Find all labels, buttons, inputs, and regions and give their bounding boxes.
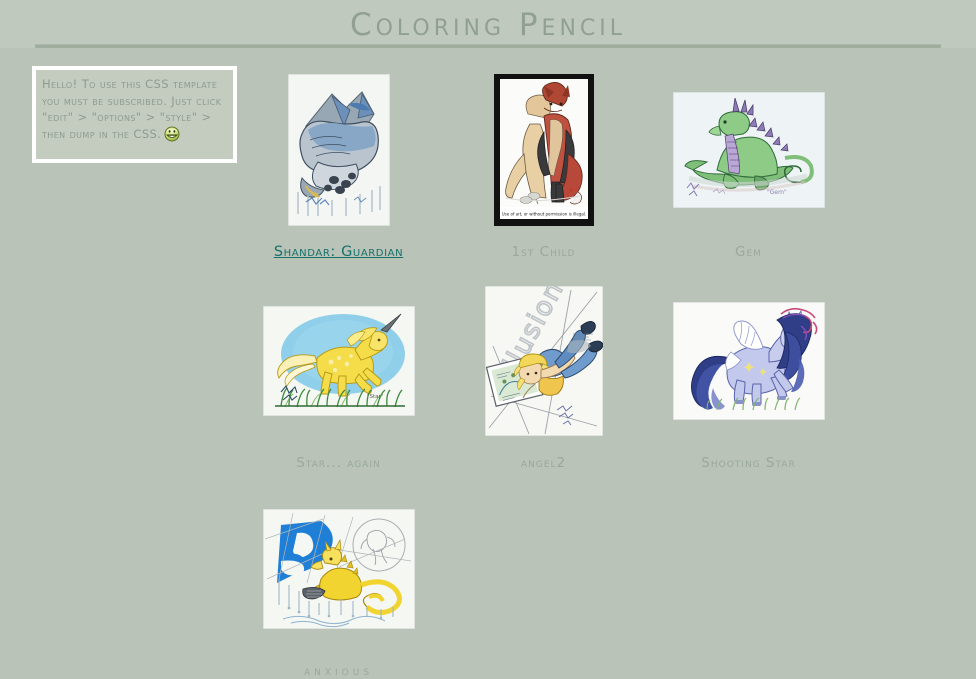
green-dragon-resting-image[interactable]: "Gem" — [672, 92, 825, 208]
notice-text: Hello! To use this CSS template you must… — [42, 76, 227, 142]
gallery-caption: angel2 — [520, 455, 567, 471]
header-divider — [35, 44, 941, 48]
falling-blonde-character-image[interactable]: illusion — [484, 286, 603, 436]
page-title: Coloring Pencil — [349, 7, 627, 43]
anthro-fox-couple-image[interactable]: Use of art, or without permission is ill… — [493, 74, 594, 226]
artwork-gallery: Shandar: Guardian Use of art, or without… — [236, 74, 976, 679]
gallery-caption: Shooting Star — [701, 455, 796, 471]
gallery-caption-link[interactable]: Shandar: Guardian — [274, 244, 403, 260]
gallery-row: anxious — [236, 493, 976, 679]
yellow-unicorn-grass-image[interactable]: "Star" — [262, 306, 415, 416]
smiley-emoticon — [164, 126, 180, 142]
gallery-item-shooting-star[interactable]: Shooting Star — [646, 285, 851, 471]
grid-spacer — [441, 493, 543, 679]
blue-dragon-guardian-image[interactable] — [287, 74, 390, 226]
thumbnail-wrapper[interactable] — [262, 493, 415, 645]
svg-text:Use of art, or without permiss: Use of art, or without permission is ill… — [501, 212, 586, 217]
gallery-caption: 1st Child — [511, 244, 576, 260]
gallery-item-angel2[interactable]: illusion angel2 — [441, 285, 646, 471]
gallery-row: "Star" Star... again illusion angel2 Sho… — [236, 285, 976, 471]
svg-text:"Star": "Star" — [367, 394, 383, 400]
svg-text:"Gem": "Gem" — [767, 189, 787, 196]
site-header: Coloring Pencil — [0, 0, 976, 48]
thumbnail-wrapper[interactable] — [672, 285, 825, 437]
gallery-caption: Star... again — [296, 455, 381, 471]
gallery-caption: Gem — [735, 244, 762, 260]
gallery-caption: anxious — [303, 663, 374, 679]
blue-pegasus-pony-image[interactable] — [672, 302, 825, 420]
thumbnail-wrapper[interactable]: Use of art, or without permission is ill… — [493, 74, 594, 226]
yellow-dragon-blue-shapes-image[interactable] — [262, 509, 415, 629]
gallery-item-gem[interactable]: "Gem" Gem — [646, 74, 851, 260]
gallery-item-anxious[interactable]: anxious — [236, 493, 441, 679]
gallery-cell-empty — [748, 493, 953, 679]
gallery-item-1st-child[interactable]: Use of art, or without permission is ill… — [441, 74, 646, 260]
gallery-item-shandar-guardian[interactable]: Shandar: Guardian — [236, 74, 441, 260]
thumbnail-wrapper[interactable]: illusion — [484, 285, 603, 437]
thumbnail-wrapper[interactable] — [287, 74, 390, 226]
gallery-cell-empty — [543, 493, 748, 679]
thumbnail-wrapper[interactable]: "Star" — [262, 285, 415, 437]
gallery-item-star-again[interactable]: "Star" Star... again — [236, 285, 441, 471]
gallery-row: Shandar: Guardian Use of art, or without… — [236, 74, 976, 260]
thumbnail-wrapper[interactable]: "Gem" — [672, 74, 825, 226]
template-notice-box: Hello! To use this CSS template you must… — [32, 66, 237, 163]
notice-message: Hello! To use this CSS template you must… — [42, 77, 222, 141]
